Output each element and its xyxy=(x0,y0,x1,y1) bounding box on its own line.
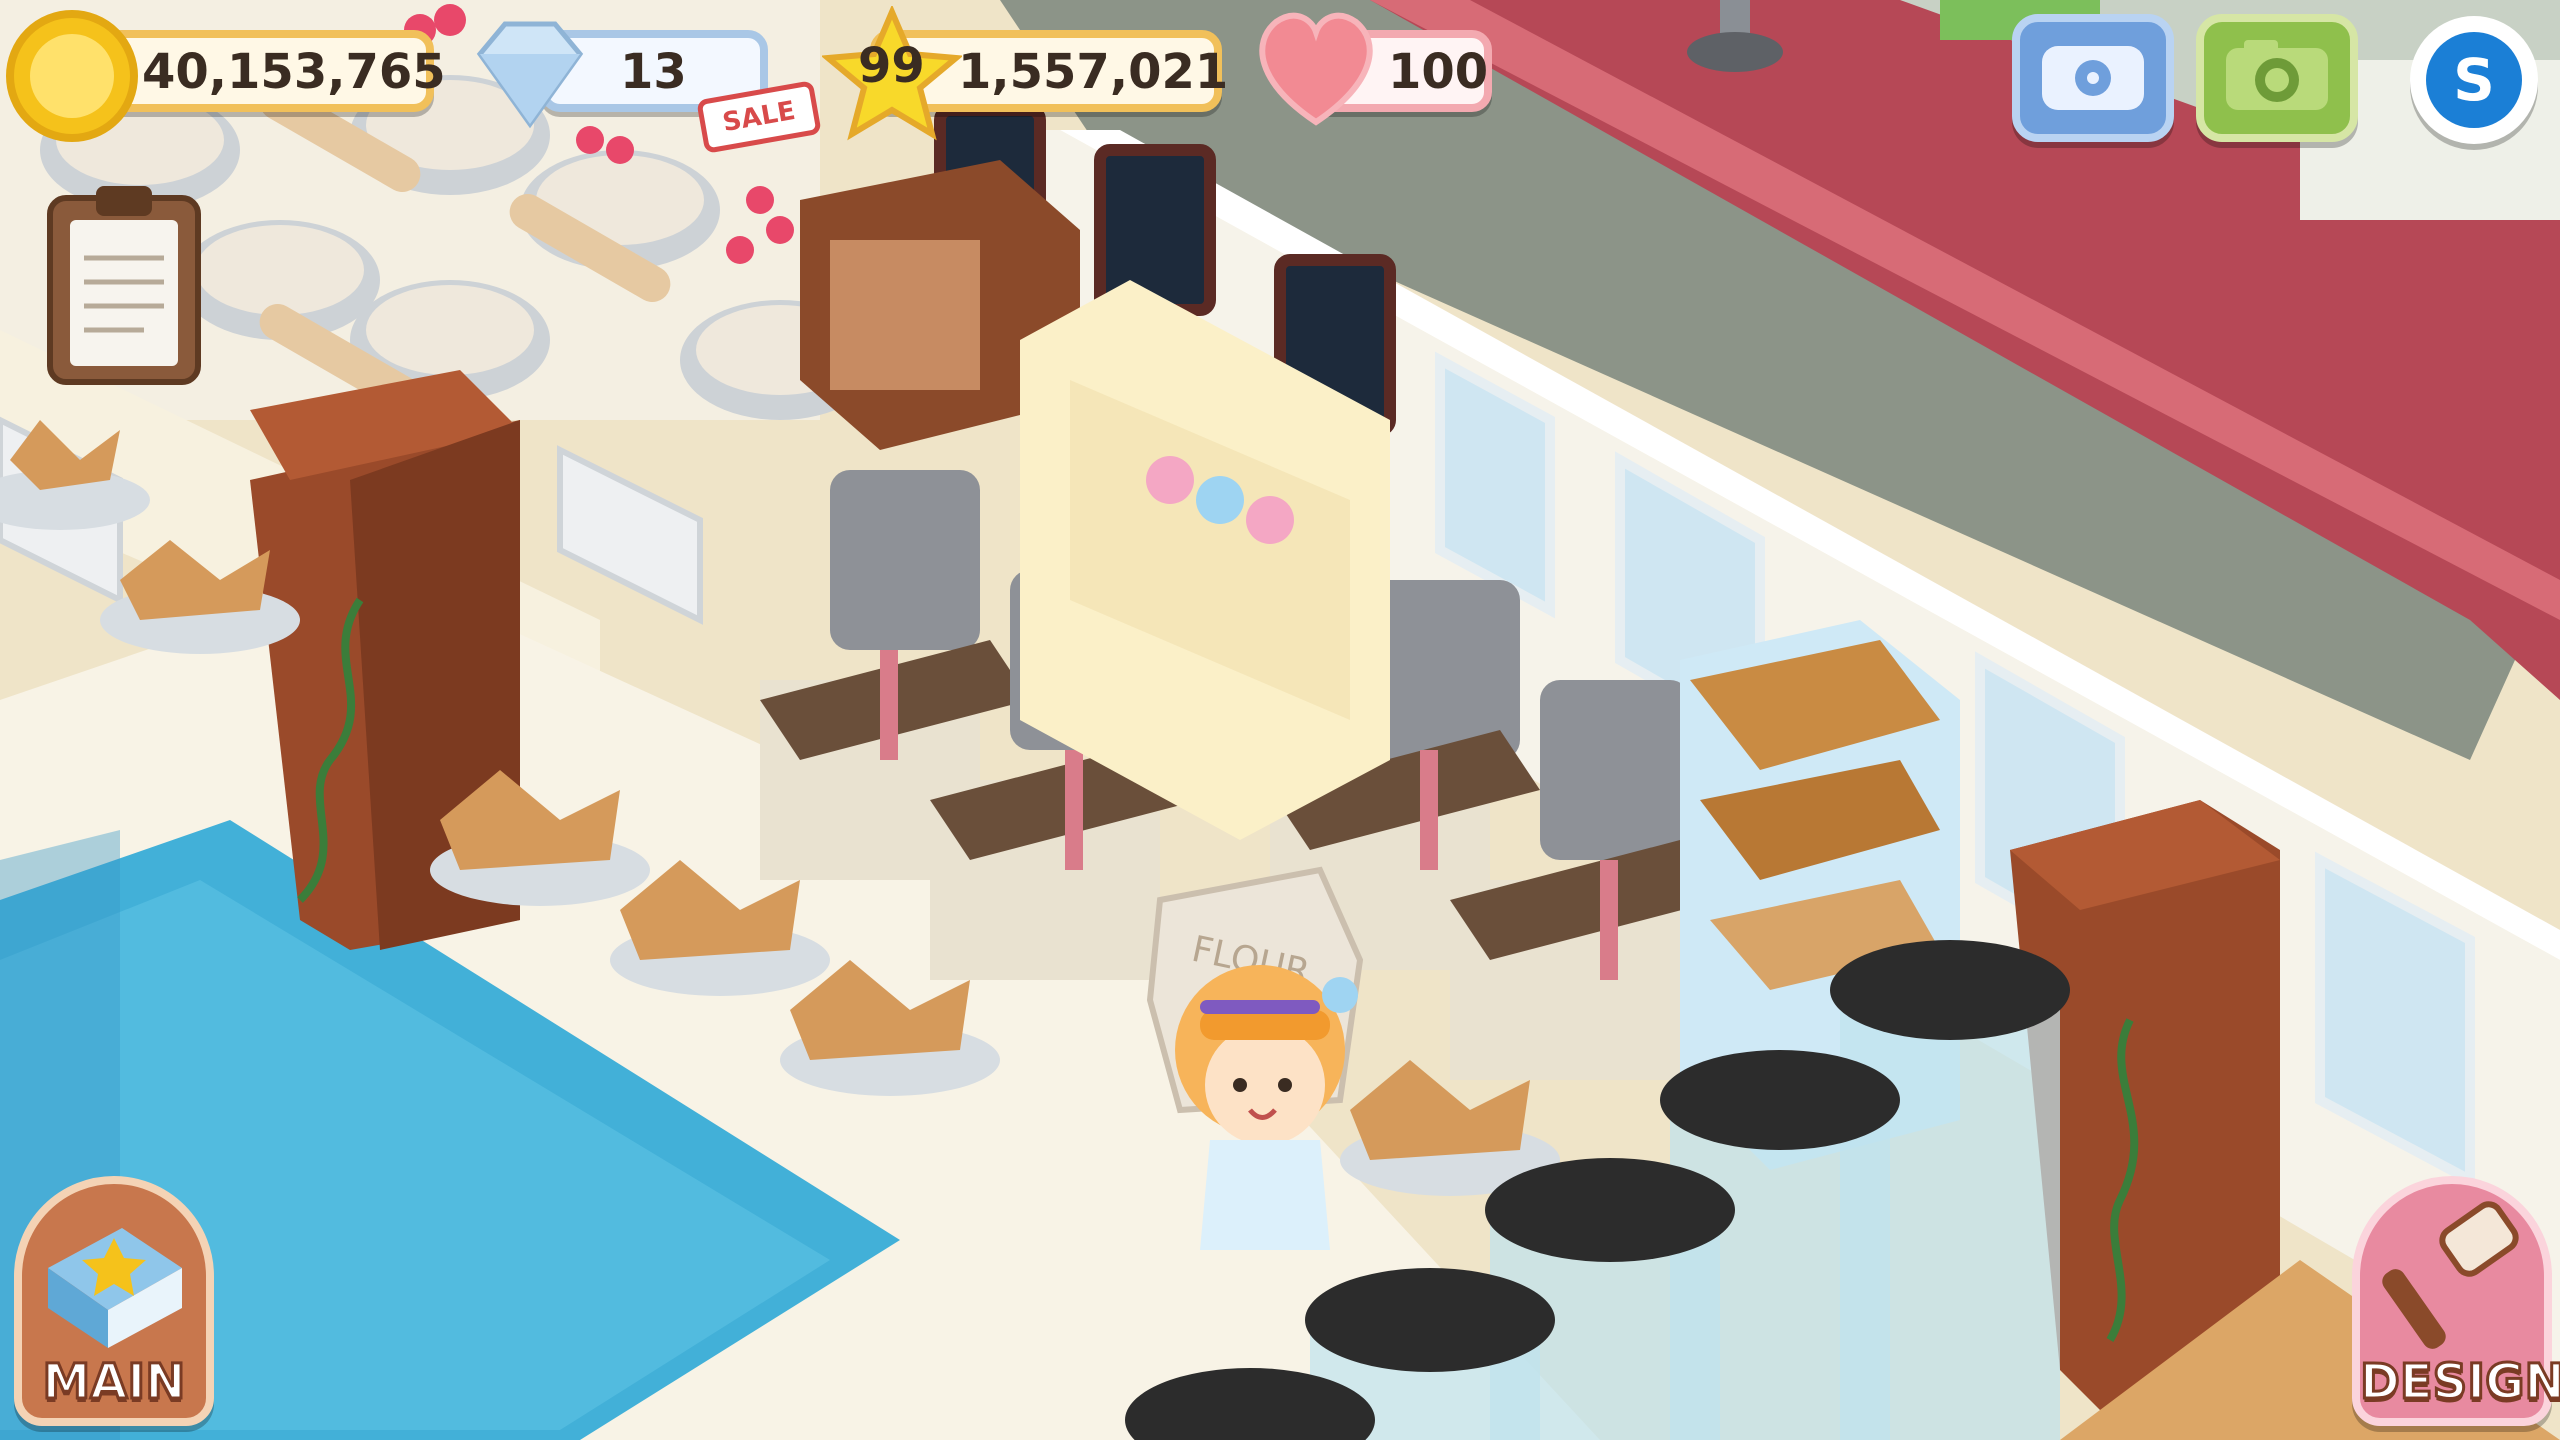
gems-value: 13 xyxy=(620,44,687,100)
clipboard-icon xyxy=(47,186,201,385)
camera-icon xyxy=(2226,40,2328,110)
game-scene[interactable]: FLOUR xyxy=(0,0,2560,1440)
main-menu-button[interactable]: MAIN xyxy=(14,1176,214,1426)
paint-roller-icon xyxy=(2382,1201,2519,1349)
hearts-value: 100 xyxy=(1388,44,1489,100)
heart-icon xyxy=(1259,12,1373,126)
social-button[interactable]: S xyxy=(2410,16,2538,144)
coin-icon xyxy=(6,10,138,142)
social-s-icon: S xyxy=(2426,32,2522,128)
coins-value: 40,153,765 xyxy=(142,44,446,100)
orders-clipboard-button[interactable] xyxy=(44,178,204,388)
design-mode-button[interactable]: DESIGN xyxy=(2352,1176,2560,1426)
design-button-label: DESIGN xyxy=(2359,1353,2560,1412)
phone-button[interactable] xyxy=(2012,14,2174,142)
book-icon xyxy=(48,1228,182,1348)
level-value: 99 xyxy=(858,38,925,94)
svg-text:S: S xyxy=(2453,46,2495,114)
experience-value: 1,557,021 xyxy=(958,44,1229,100)
camera-button[interactable] xyxy=(2196,14,2358,142)
sale-tag-label: SALE xyxy=(720,95,798,139)
phone-icon xyxy=(2042,46,2144,110)
diamond-icon xyxy=(476,21,584,129)
main-button-label: MAIN xyxy=(41,1353,187,1412)
